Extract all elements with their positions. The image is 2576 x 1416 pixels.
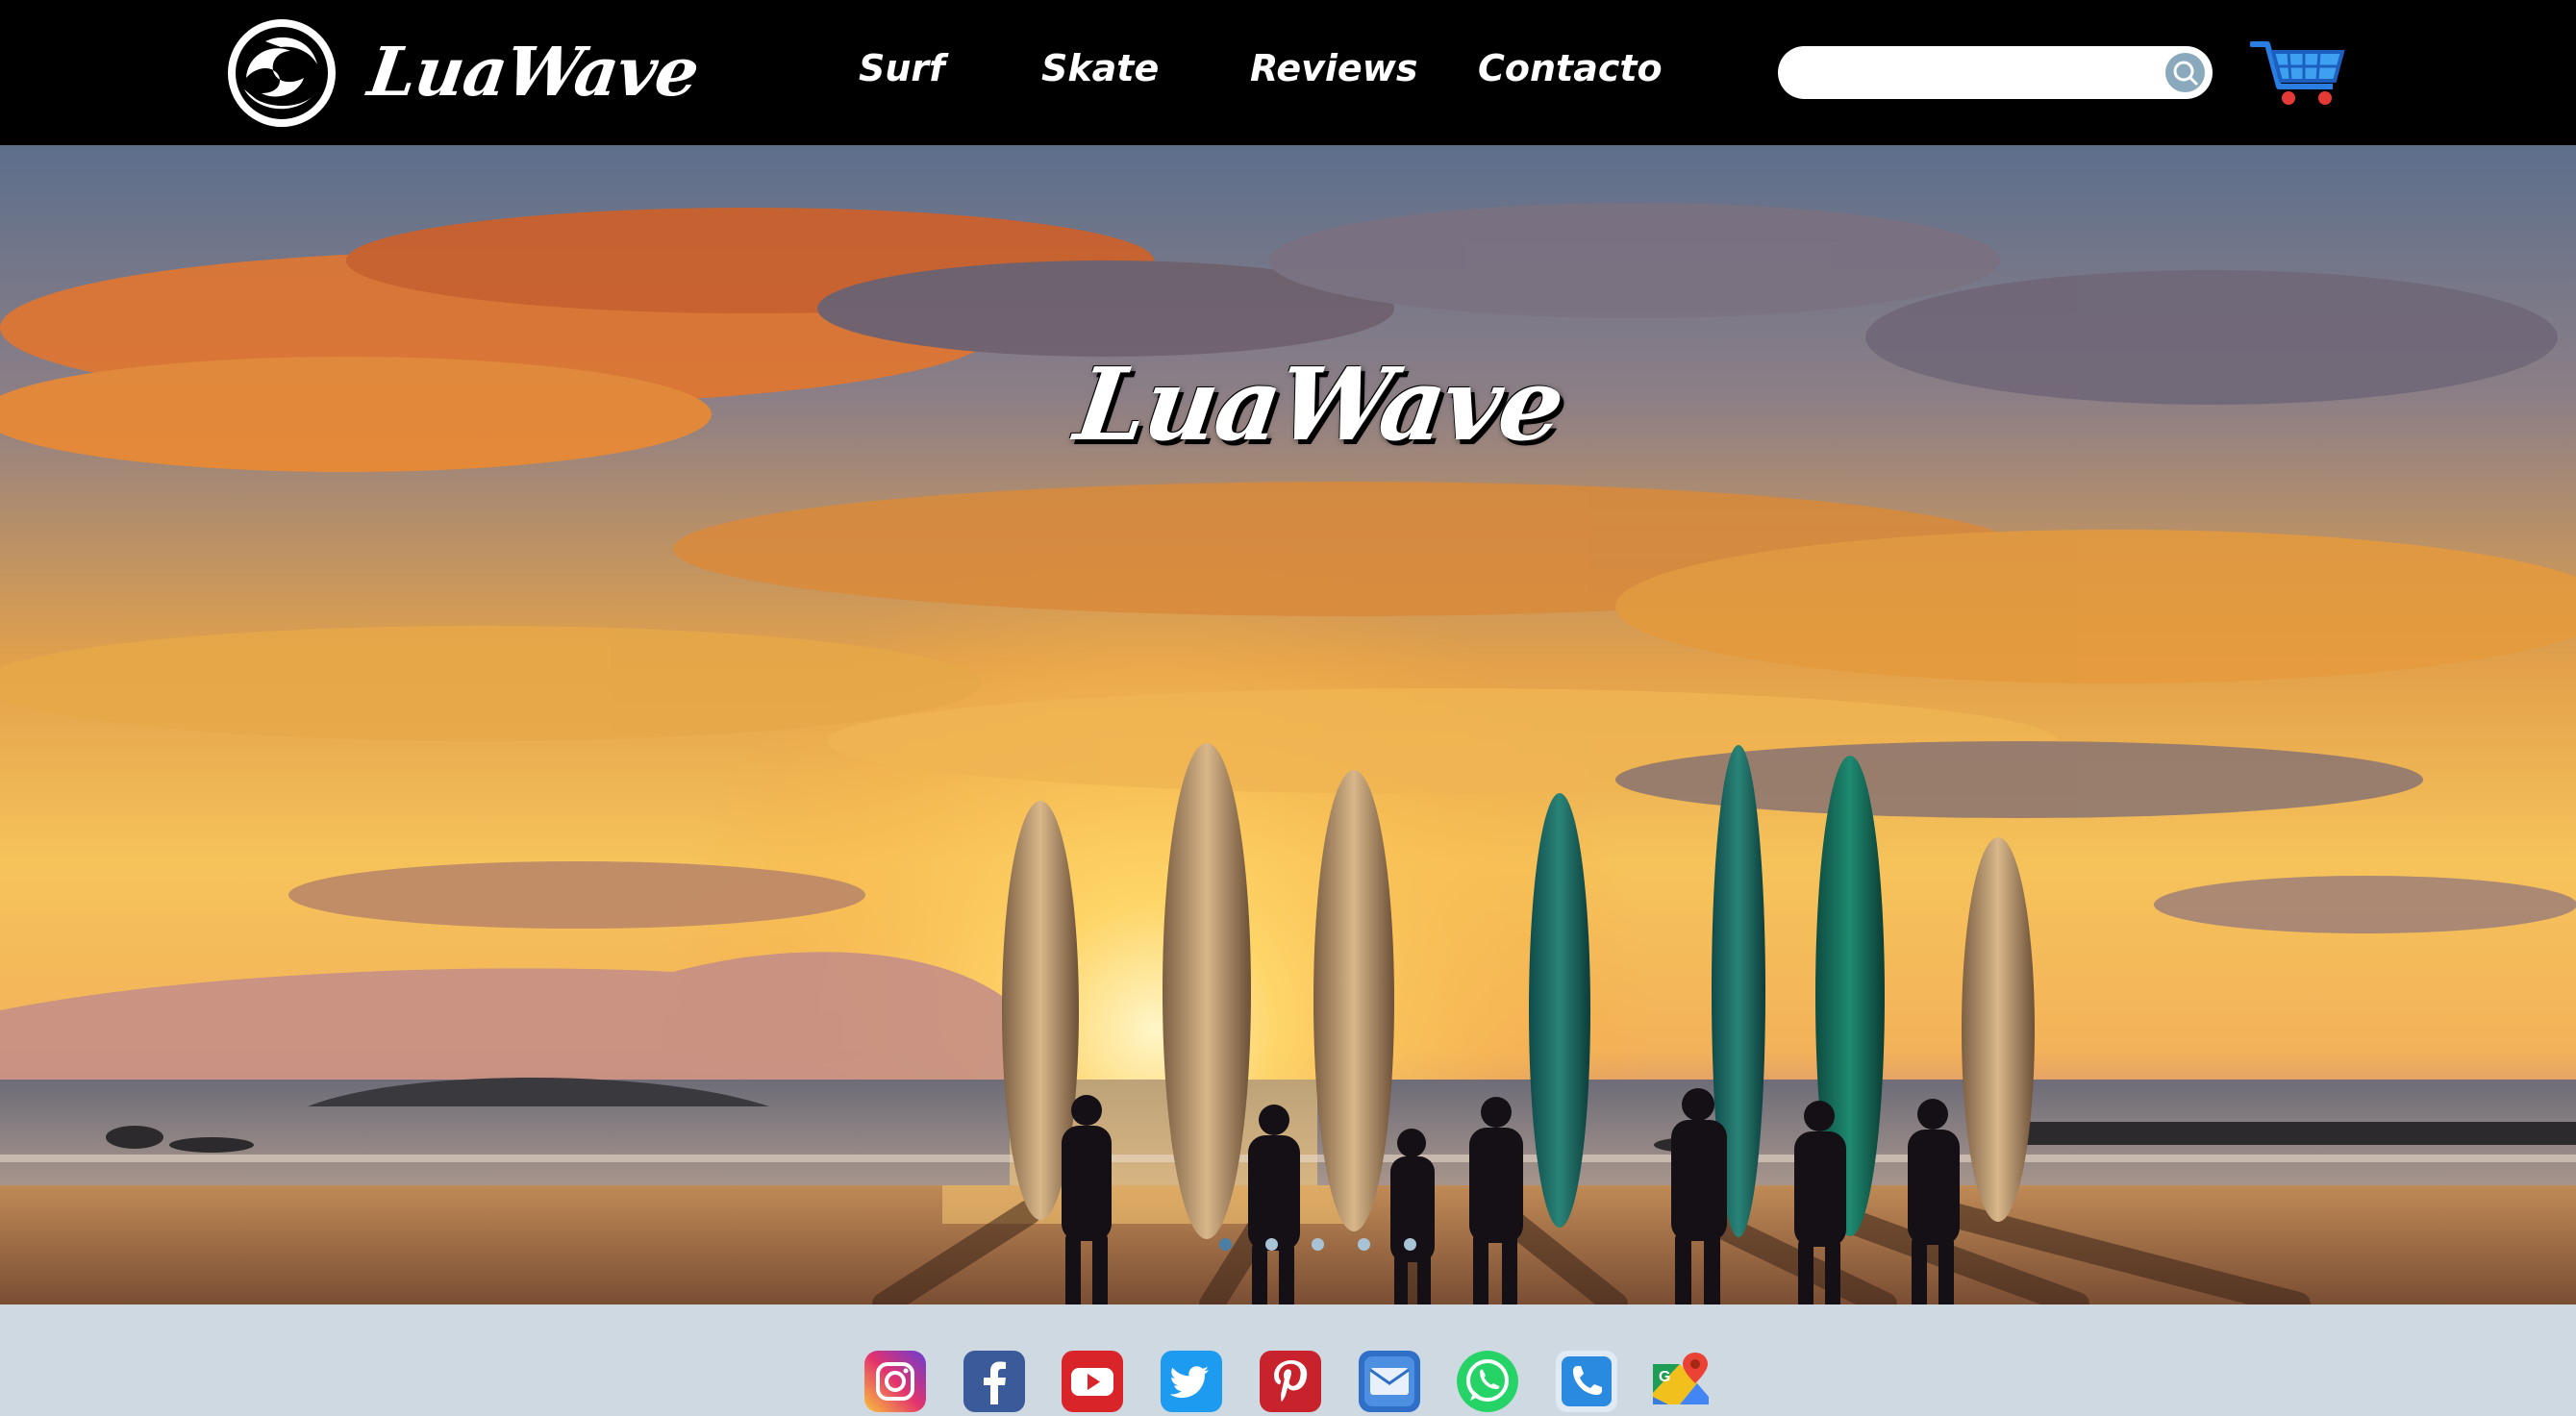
email-icon[interactable] xyxy=(1359,1351,1420,1412)
search-button[interactable] xyxy=(2165,53,2205,92)
search-bar xyxy=(1778,46,2213,99)
slide-dot-3[interactable] xyxy=(1312,1238,1324,1251)
pinterest-icon[interactable] xyxy=(1260,1351,1321,1412)
phone-icon[interactable] xyxy=(1556,1351,1617,1412)
wave-circle-icon[interactable] xyxy=(227,18,337,128)
facebook-icon[interactable] xyxy=(963,1351,1025,1412)
top-navigation-bar: LuaWave Surf Skate Reviews Contacto xyxy=(0,0,2576,145)
footer-social-bar: G xyxy=(0,1304,2576,1416)
slide-dot-1[interactable] xyxy=(1219,1238,1232,1251)
nav-reviews[interactable]: Reviews xyxy=(1250,38,1417,98)
nav-contacto[interactable]: Contacto xyxy=(1478,38,1663,98)
search-icon xyxy=(2173,61,2198,86)
slide-dot-2[interactable] xyxy=(1265,1238,1278,1251)
hero-sunset-surfers-image xyxy=(0,145,2576,1304)
hero-title: LuaWave xyxy=(1068,345,1570,463)
google-maps-icon[interactable]: G xyxy=(1651,1351,1713,1412)
brand-logo-text[interactable]: LuaWave xyxy=(362,19,705,125)
slide-dot-4[interactable] xyxy=(1358,1238,1370,1251)
slideshow-pagination xyxy=(1219,1238,1431,1257)
svg-text:G: G xyxy=(1659,1369,1670,1385)
whatsapp-icon[interactable] xyxy=(1457,1351,1518,1412)
search-input[interactable] xyxy=(1801,54,2151,92)
instagram-icon[interactable] xyxy=(864,1351,926,1412)
nav-skate[interactable]: Skate xyxy=(1041,38,1159,98)
nav-surf[interactable]: Surf xyxy=(859,38,945,98)
slide-dot-5[interactable] xyxy=(1404,1238,1416,1251)
hero-slideshow: LuaWave xyxy=(0,145,2576,1304)
twitter-icon[interactable] xyxy=(1161,1351,1222,1412)
shopping-cart-icon[interactable] xyxy=(2250,38,2346,108)
youtube-icon[interactable] xyxy=(1062,1351,1123,1412)
